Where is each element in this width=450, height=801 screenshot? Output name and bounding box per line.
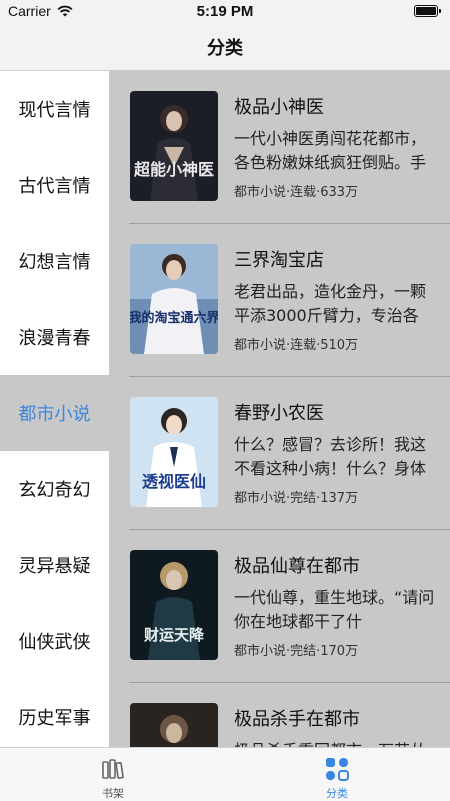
sidebar-item-youth[interactable]: 浪漫青春 [0,299,109,375]
book-title: 极品杀手在都市 [234,709,360,730]
book-cover: 我的淘宝通六界 [130,244,218,354]
book-description: 什么？感冒？去诊所！我这不看这种小病！什么？身体不… [234,435,427,478]
navigation-bar: 分类 [0,24,450,71]
book-description: 一代小神医勇闯花花都市，各色粉嫩妹纸疯狂倒贴。手有… [234,129,427,172]
page-title: 分类 [207,38,243,59]
list-item[interactable]: 超能小神医 极品小神医 一代小神医勇闯花花都市，各色粉嫩妹纸疯狂倒贴。手有… 都… [129,71,450,224]
book-description: 一代仙尊，重生地球。“请问你在地球都干了什么？”“这… [234,588,435,631]
sidebar-item-label: 都市小说 [18,404,91,425]
book-title: 极品小神医 [234,97,324,118]
book-meta: 都市小说·连载·510万 [234,338,359,353]
tab-bookshelf[interactable]: 书架 [53,748,173,801]
list-item[interactable]: 极品杀手在都市 极品杀手重回都市，万花丛中… [129,683,450,747]
book-cover: 透视医仙 [130,397,218,507]
sidebar-item-urban[interactable]: 都市小说 [0,375,109,451]
sidebar-item-label: 浪漫青春 [18,328,91,349]
sidebar-item-label: 现代言情 [18,100,91,121]
sidebar-item-label: 玄幻奇幻 [18,480,91,501]
book-cover: 财运天降 [130,550,218,660]
sidebar-item-label: 幻想言情 [18,252,91,273]
sidebar-item-xuanhuan[interactable]: 玄幻奇幻 [0,451,109,527]
status-bar: Carrier 5:19 PM [0,0,450,24]
list-item[interactable]: 透视医仙 春野小农医 什么？感冒？去诊所！我这不看这种小病！什么？身体不… 都市… [129,377,450,530]
bookshelf-icon [102,759,124,779]
cover-text: 超能小神医 [133,160,214,179]
sidebar-item-label: 仙侠武侠 [18,632,91,653]
tab-bar: 书架 分类 [0,747,450,801]
sidebar-item-modern-romance[interactable]: 现代言情 [0,71,109,147]
book-meta: 都市小说·完结·170万 [234,644,359,659]
book-meta: 都市小说·完结·137万 [234,491,359,506]
sidebar-item-history[interactable]: 历史军事 [0,679,109,747]
book-title: 三界淘宝店 [234,250,324,271]
book-description: 老君出品，造化金丹，一颗平添3000斤臂力，专治各种… [234,282,427,325]
sidebar-item-supernatural[interactable]: 灵异悬疑 [0,527,109,603]
book-title: 极品仙尊在都市 [234,556,360,577]
book-cover: 超能小神医 [130,91,218,201]
category-sidebar[interactable]: 现代言情 古代言情 幻想言情 浪漫青春 都市小说 玄幻奇幻 灵异悬疑 仙侠武侠 … [0,71,109,747]
list-item[interactable]: 财运天降 极品仙尊在都市 一代仙尊，重生地球。“请问你在地球都干了什么？”“这…… [129,530,450,683]
tab-category[interactable]: 分类 [277,748,397,801]
sidebar-item-label: 灵异悬疑 [18,556,91,577]
book-description: 极品杀手重回都市，万花丛中… [234,739,440,747]
status-time: 5:19 PM [196,3,254,20]
category-icon [325,757,349,781]
cover-text: 透视医仙 [142,472,206,491]
cover-text: 财运天降 [144,626,205,644]
tab-label: 书架 [102,787,124,800]
book-list[interactable]: 超能小神医 极品小神医 一代小神医勇闯花花都市，各色粉嫩妹纸疯狂倒贴。手有… 都… [109,71,450,747]
sidebar-item-ancient-romance[interactable]: 古代言情 [0,147,109,223]
book-meta: 都市小说·连载·633万 [234,185,359,200]
sidebar-item-fantasy-romance[interactable]: 幻想言情 [0,223,109,299]
sidebar-item-label: 古代言情 [18,176,91,197]
book-title: 春野小农医 [234,403,324,424]
list-item[interactable]: 我的淘宝通六界 三界淘宝店 老君出品，造化金丹，一颗平添3000斤臂力，专治各种… [129,224,450,377]
book-cover [130,703,218,747]
battery-icon [414,5,441,17]
sidebar-item-xianxia[interactable]: 仙侠武侠 [0,603,109,679]
tab-label: 分类 [326,787,348,800]
cover-text: 我的淘宝通六界 [130,310,218,326]
sidebar-item-label: 历史军事 [18,708,91,729]
